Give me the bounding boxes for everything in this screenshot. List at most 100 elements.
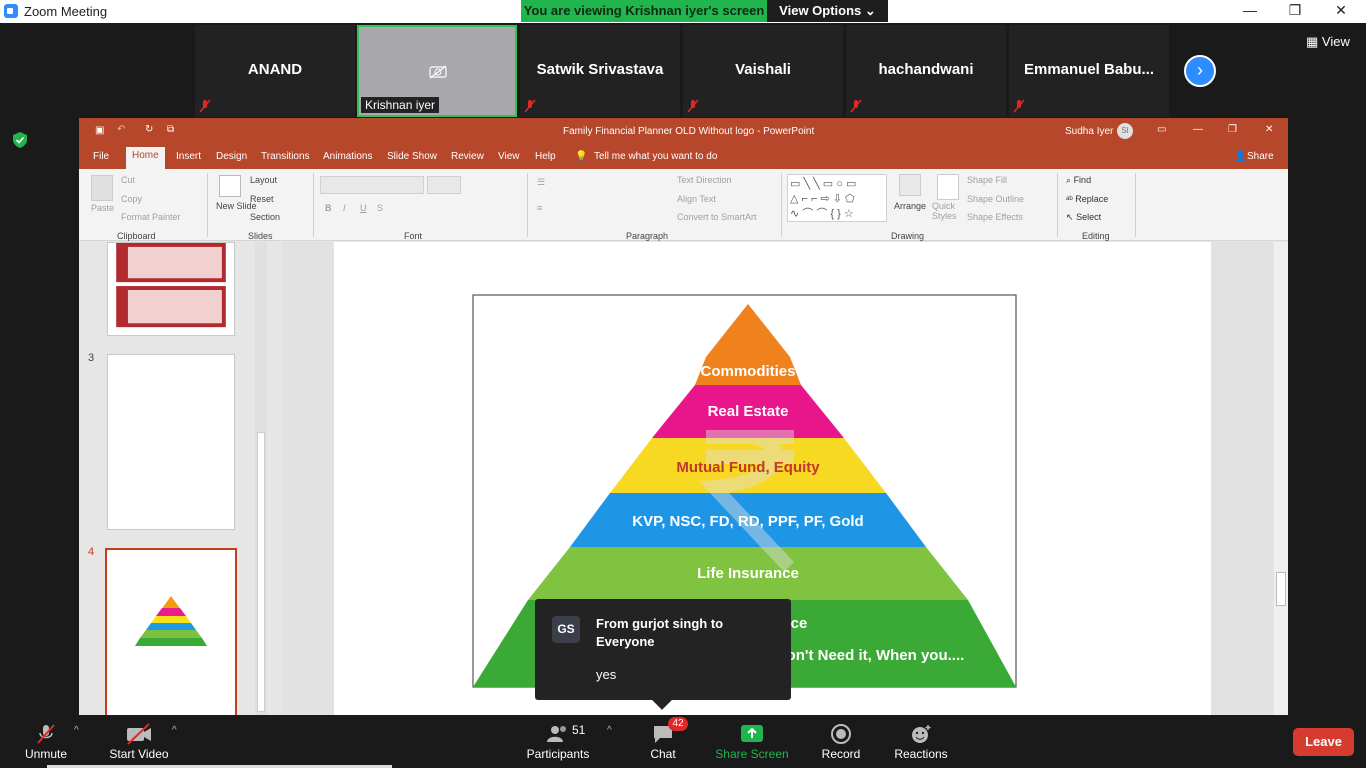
participant-name: Vaishali [735, 61, 791, 78]
slide-scrollbar[interactable] [1274, 242, 1288, 715]
participant-tile[interactable]: ANAND [195, 25, 355, 117]
tab-insert[interactable]: Insert [176, 151, 201, 162]
start-video-button[interactable]: Start Video [104, 723, 174, 761]
participant-name: Emmanuel Babu... [1023, 61, 1155, 78]
leave-button[interactable]: Leave [1293, 728, 1354, 756]
participant-tile[interactable]: Emmanuel Babu... [1009, 25, 1169, 117]
security-shield-icon [13, 132, 27, 148]
tab-transitions[interactable]: Transitions [261, 151, 310, 162]
slide-thumbnail-selected[interactable] [105, 548, 237, 718]
pyramid-level-real-estate: Real Estate [708, 403, 789, 420]
close-icon[interactable]: ✕ [1326, 2, 1356, 20]
tab-home[interactable]: Home [126, 147, 165, 169]
paste-label[interactable]: Paste [91, 203, 114, 213]
share-screen-button[interactable]: Share Screen [712, 723, 792, 761]
video-options-caret[interactable]: ^ [172, 725, 177, 736]
chat-notification[interactable]: GS From gurjot singh to Everyone yes [535, 599, 791, 710]
slide-thumbnail[interactable] [107, 242, 235, 336]
cut-button[interactable]: Cut [121, 175, 135, 185]
ribbon-display-icon[interactable]: ▭ [1157, 124, 1166, 135]
video-off-icon [429, 65, 447, 79]
participant-tile[interactable]: hachandwani [846, 25, 1006, 117]
audio-options-caret[interactable]: ^ [74, 725, 79, 736]
participant-tile-active[interactable]: Krishnan iyer [357, 25, 517, 117]
shadow-button[interactable]: S [377, 203, 383, 213]
unmute-label: Unmute [24, 747, 68, 761]
align-left-icon[interactable]: ≡ [537, 203, 542, 213]
slide-thumbnails-pane: 3 4 [79, 242, 269, 718]
tab-view[interactable]: View [498, 151, 520, 162]
group-drawing: Drawing [891, 231, 925, 241]
grid-icon: ▦ [1306, 34, 1319, 49]
unmute-button[interactable]: Unmute [20, 723, 72, 761]
reactions-icon [912, 725, 931, 743]
section-button[interactable]: Section [250, 212, 280, 222]
select-button[interactable]: ↖ Select [1066, 212, 1101, 223]
tab-slide-show[interactable]: Slide Show [387, 151, 437, 162]
pyramid-level-commodities: Commodities [700, 363, 795, 380]
ppt-restore-icon[interactable]: ❐ [1228, 124, 1237, 135]
redo-icon[interactable]: ↻ [145, 124, 153, 135]
font-size-select[interactable] [427, 176, 461, 194]
ppt-file-title: Family Financial Planner OLD Without log… [563, 126, 815, 137]
record-icon [831, 724, 851, 744]
shape-outline-button[interactable]: Shape Outline [967, 194, 1024, 204]
ribbon-separator [1135, 173, 1136, 237]
layout-button[interactable]: Layout [250, 175, 277, 185]
group-clipboard: Clipboard [117, 231, 156, 241]
text-direction-button[interactable]: Text Direction [677, 175, 732, 185]
paste-icon[interactable] [91, 175, 113, 201]
font-family-select[interactable] [320, 176, 424, 194]
slide-2-preview [116, 243, 226, 328]
select-label: Select [1076, 212, 1102, 222]
present-icon[interactable]: ⧉ [167, 124, 174, 135]
arrange-button[interactable]: Arrange [894, 201, 926, 211]
arrange-icon[interactable] [899, 174, 921, 196]
participant-tile[interactable]: Satwik Srivastava [520, 25, 680, 117]
restore-icon[interactable]: ❐ [1280, 2, 1310, 20]
find-button[interactable]: ⌕ Find [1066, 175, 1091, 186]
quick-styles-icon[interactable] [937, 174, 959, 200]
ppt-minimize-icon[interactable]: — [1193, 124, 1203, 135]
copy-button[interactable]: Copy [121, 194, 142, 204]
minimize-icon[interactable]: — [1235, 2, 1265, 20]
video-off-icon [127, 723, 151, 745]
tab-animations[interactable]: Animations [323, 151, 372, 162]
tab-review[interactable]: Review [451, 151, 484, 162]
next-page-button[interactable]: › [1184, 55, 1216, 87]
format-painter-button[interactable]: Format Painter [121, 212, 181, 222]
quick-styles-button[interactable]: Quick Styles [932, 201, 962, 221]
record-button[interactable]: Record [818, 723, 864, 761]
ppt-share-button[interactable]: Share [1247, 151, 1274, 162]
italic-button[interactable]: I [343, 203, 346, 213]
view-button[interactable]: ▦ View [1306, 34, 1350, 50]
bullets-icon[interactable]: ☰ [537, 177, 545, 188]
shape-effects-button[interactable]: Shape Effects [967, 212, 1023, 222]
underline-button[interactable]: U [360, 203, 367, 213]
undo-icon[interactable]: ↶ [117, 124, 125, 135]
shapes-gallery[interactable]: ▭ ╲ ╲ ▭ ○ ▭ △ ⌐ ⌐ ⇨ ⇩ ⬠ ∿ ⌒ ⌒ { } ☆ [787, 174, 887, 222]
user-avatar[interactable]: SI [1117, 123, 1133, 139]
reactions-button[interactable]: Reactions [892, 723, 950, 761]
thumbnails-scrollbar[interactable] [255, 242, 267, 715]
view-options-button[interactable]: View Options ⌄ [767, 0, 888, 22]
convert-smartart-button[interactable]: Convert to SmartArt [677, 212, 757, 222]
participant-tile[interactable]: Vaishali [683, 25, 843, 117]
save-icon[interactable]: ▣ [95, 125, 104, 136]
bold-button[interactable]: B [325, 203, 332, 213]
reset-button[interactable]: Reset [250, 194, 274, 204]
participants-button[interactable]: 51 Participants [524, 723, 592, 761]
shape-fill-button[interactable]: Shape Fill [967, 175, 1007, 185]
ppt-close-icon[interactable]: ✕ [1265, 124, 1273, 135]
slide-thumbnail[interactable] [107, 354, 235, 530]
new-slide-icon[interactable] [219, 175, 241, 197]
tab-design[interactable]: Design [216, 151, 247, 162]
tab-help[interactable]: Help [535, 151, 556, 162]
tell-me-search[interactable]: Tell me what you want to do [594, 151, 717, 162]
replace-button[interactable]: ᵃᵇ Replace [1066, 194, 1108, 204]
tab-file[interactable]: File [93, 151, 109, 162]
participants-options-caret[interactable]: ^ [607, 725, 612, 736]
participants-count: 51 [572, 723, 586, 737]
lightbulb-icon: 💡 [575, 151, 588, 162]
align-text-button[interactable]: Align Text [677, 194, 716, 204]
